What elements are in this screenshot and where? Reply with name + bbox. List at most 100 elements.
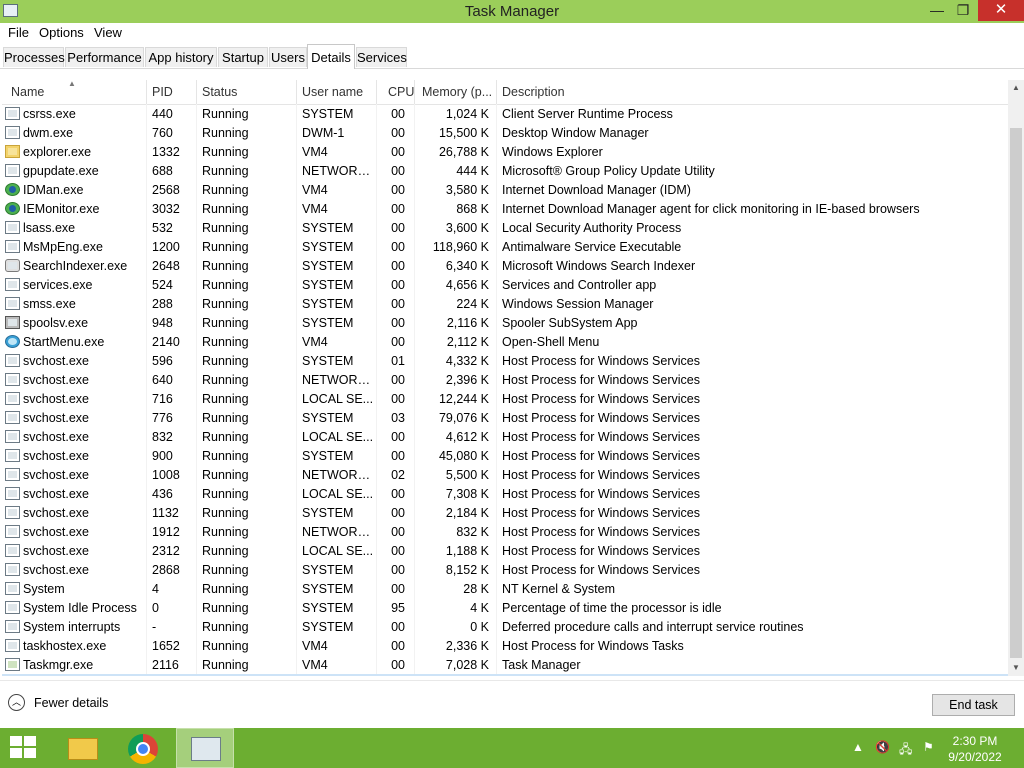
table-row[interactable]: System 4 Running SYSTEM 00 28 K NT Kernel & Sy… [2,580,1008,599]
network-icon[interactable]: 🖧 [899,740,912,761]
cell-name: lsass.exe [23,221,76,235]
taskbar-clock[interactable]: 2:30 PM 9/20/2022 [945,733,1005,765]
menu-options[interactable]: Options [39,25,84,40]
tab-processes[interactable]: Processes [3,47,65,67]
cell-cpu: 00 [391,582,405,596]
footer: ︿ Fewer details End task [0,680,1024,729]
vertical-scrollbar[interactable]: ▲ ▼ [1008,80,1024,676]
tab-services[interactable]: Services [356,47,407,67]
process-app-icon [5,487,20,500]
tab-startup[interactable]: Startup [218,47,268,67]
column-header-status[interactable]: Status [202,85,237,99]
folder-icon [68,738,98,760]
table-row[interactable]: svchost.exe 1912 Running NETWORK... 00 832 K H… [2,523,1008,542]
table-row[interactable]: SearchIndexer.exe 2648 Running SYSTEM 00 6,34… [2,257,1008,276]
table-row[interactable]: IEMonitor.exe 3032 Running VM4 00 868 K Intern… [2,200,1008,219]
column-header-name[interactable]: Name [11,85,44,99]
process-shell-icon [5,335,20,348]
taskbar-file-explorer[interactable] [52,728,110,768]
table-row[interactable]: svchost.exe 596 Running SYSTEM 01 4,332 K Host… [2,352,1008,371]
column-header-memory[interactable]: Memory (p... [422,85,492,99]
column-header-user-name[interactable]: User name [302,85,363,99]
menu-file[interactable]: File [8,25,29,40]
cell-pid: 0 [152,601,159,615]
table-row[interactable]: csrss.exe 440 Running SYSTEM 00 1,024 K Client… [2,105,1008,124]
taskbar-task-manager[interactable] [176,728,234,768]
cell-name: System [23,582,65,596]
table-row[interactable]: svchost.exe 2312 Running LOCAL SE... 00 1,188… [2,542,1008,561]
cell-cpu: 00 [391,202,405,216]
start-button[interactable] [10,736,38,760]
volume-muted-icon[interactable]: 🔇 [875,740,890,754]
cell-status: Running [202,658,249,672]
process-table: ▲ Name PID Status User name CPU Memory (… [2,80,1008,676]
minimize-button[interactable]: — [924,0,950,21]
table-row[interactable]: IDMan.exe 2568 Running VM4 00 3,580 K Internet… [2,181,1008,200]
cell-user: SYSTEM [302,582,354,596]
chevron-up-icon: ︿ [8,694,25,711]
maximize-button[interactable]: ❐ [950,0,976,21]
cell-status: Running [202,506,249,520]
table-row[interactable]: services.exe 524 Running SYSTEM 00 4,656 K Ser… [2,276,1008,295]
process-globe-icon [5,183,20,196]
tab-performance[interactable]: Performance [65,47,144,67]
scroll-up-arrow-icon[interactable]: ▲ [1008,80,1024,96]
table-row[interactable]: svchost.exe 1008 Running NETWORK... 02 5,500 … [2,466,1008,485]
table-row[interactable]: svchost.exe 1132 Running SYSTEM 00 2,184 K Hos… [2,504,1008,523]
menu-view[interactable]: View [94,25,122,40]
cell-name: svchost.exe [23,449,90,463]
cell-status: Running [202,221,249,235]
table-row[interactable]: smss.exe 288 Running SYSTEM 00 224 K Windows S… [2,295,1008,314]
cell-user: SYSTEM [302,316,354,330]
table-row[interactable]: Taskmgr.exe 2116 Running VM4 00 7,028 K Task M… [2,656,1008,675]
table-row[interactable]: explorer.exe 1332 Running VM4 00 26,788 K Wind… [2,143,1008,162]
tab-details[interactable]: Details [307,44,355,69]
table-row[interactable]: svchost.exe 900 Running SYSTEM 00 45,080 K Hos… [2,447,1008,466]
table-row[interactable]: lsass.exe 532 Running SYSTEM 00 3,600 K Local … [2,219,1008,238]
cell-cpu: 00 [391,297,405,311]
taskbar-chrome[interactable] [114,728,172,768]
column-header-cpu[interactable]: CPU [388,85,414,99]
column-header-description[interactable]: Description [502,85,565,99]
scrollbar-thumb[interactable] [1010,128,1022,658]
cell-status: Running [202,202,249,216]
table-row[interactable]: taskhostex.exe 1652 Running VM4 00 2,336 K Hos… [2,637,1008,656]
scroll-down-arrow-icon[interactable]: ▼ [1008,660,1024,676]
table-row[interactable]: svchost.exe 640 Running NETWORK... 00 2,396 K… [2,371,1008,390]
end-task-button[interactable]: End task [932,694,1015,716]
column-header-pid[interactable]: PID [152,85,173,99]
close-button[interactable]: ✕ [978,0,1024,21]
table-row[interactable]: svchost.exe 2868 Running SYSTEM 00 8,152 K Hos… [2,561,1008,580]
tab-users[interactable]: Users [269,47,307,67]
process-app-icon [5,582,20,595]
windows-logo-icon [10,736,22,746]
table-row[interactable]: MsMpEng.exe 1200 Running SYSTEM 00 118,960 K A… [2,238,1008,257]
tab-app-history[interactable]: App history [145,47,217,67]
show-hidden-icons-icon[interactable]: ▲ [852,740,864,754]
cell-memory: 45,080 K [438,449,489,463]
table-row[interactable]: svchost.exe 716 Running LOCAL SE... 00 12,244… [2,390,1008,409]
table-row[interactable]: StartMenu.exe 2140 Running VM4 00 2,112 K Open… [2,333,1008,352]
cell-user: SYSTEM [302,620,354,634]
cell-pid: 4 [152,582,159,596]
cell-pid: 2648 [152,259,180,273]
table-row[interactable]: svchost.exe 776 Running SYSTEM 03 79,076 K Hos… [2,409,1008,428]
cell-status: Running [202,392,249,406]
cell-name: System interrupts [23,620,121,634]
table-row[interactable]: dwm.exe 760 Running DWM-1 00 15,500 K Desktop … [2,124,1008,143]
cell-status: Running [202,582,249,596]
process-globe-icon [5,202,20,215]
cell-description: Internet Download Manager agent for clic… [502,202,920,216]
table-row[interactable]: System Idle Process 0 Running SYSTEM 95 4 K Pe… [2,599,1008,618]
cell-name: svchost.exe [23,411,90,425]
cell-cpu: 00 [391,544,405,558]
table-row[interactable]: System interrupts - Running SYSTEM 00 0 K Defe… [2,618,1008,637]
action-center-flag-icon[interactable]: ⚑ [923,740,934,754]
window-title: Task Manager [464,3,560,20]
table-row[interactable]: gpupdate.exe 688 Running NETWORK... 00 444 K M… [2,162,1008,181]
table-row[interactable]: spoolsv.exe 948 Running SYSTEM 00 2,116 K Spoo… [2,314,1008,333]
table-row[interactable]: svchost.exe 832 Running LOCAL SE... 00 4,612 … [2,428,1008,447]
table-row[interactable]: svchost.exe 436 Running LOCAL SE... 00 7,308 … [2,485,1008,504]
process-app-icon [5,563,20,576]
cell-pid: 716 [152,392,173,406]
